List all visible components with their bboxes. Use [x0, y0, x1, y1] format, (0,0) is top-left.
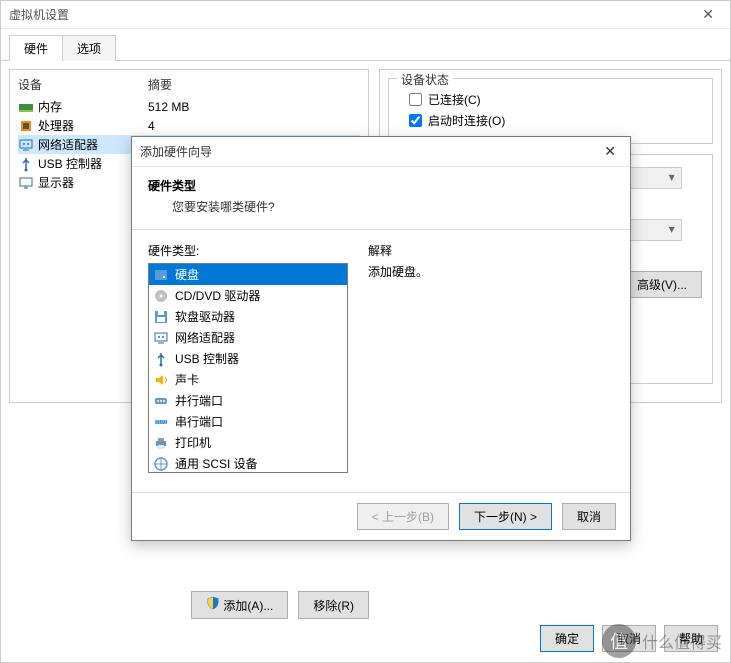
display-icon	[18, 175, 34, 191]
hardware-type-label: 并行端口	[175, 392, 223, 409]
hardware-type-label: CD/DVD 驱动器	[175, 287, 260, 304]
wizard-heading: 硬件类型	[148, 177, 614, 194]
checkbox-connect-on-start[interactable]: 启动时连接(O)	[409, 112, 702, 129]
device-name: USB 控制器	[38, 155, 102, 172]
disk-icon	[153, 267, 169, 283]
hardware-type-label: USB 控制器	[175, 350, 239, 367]
tab-options[interactable]: 选项	[62, 35, 116, 61]
device-row[interactable]: 内存 512 MB	[18, 97, 360, 116]
wizard-title: 添加硬件向导	[140, 143, 212, 160]
wizard-subheading: 您要安装哪类硬件?	[172, 198, 614, 215]
hardware-type-item[interactable]: USB 控制器	[149, 348, 347, 369]
hardware-type-item[interactable]: 打印机	[149, 432, 347, 453]
remove-button[interactable]: 移除(R)	[298, 591, 369, 619]
explanation-label: 解释	[368, 242, 614, 259]
scsi-icon	[153, 456, 169, 472]
hardware-type-label: 声卡	[175, 371, 199, 388]
hardware-type-label: 通用 SCSI 设备	[175, 455, 258, 472]
titlebar: 虚拟机设置 ✕	[1, 1, 730, 29]
serial-icon: 0101	[153, 414, 169, 430]
hardware-type-item[interactable]: 通用 SCSI 设备	[149, 453, 347, 473]
add-button[interactable]: 添加(A)...	[191, 591, 288, 619]
hardware-type-label: 软盘驱动器	[175, 308, 235, 325]
device-row[interactable]: 处理器 4	[18, 116, 360, 135]
wizard-titlebar: 添加硬件向导 ✕	[132, 137, 630, 167]
add-hardware-wizard: 添加硬件向导 ✕ 硬件类型 您要安装哪类硬件? 硬件类型: 硬盘 CD/DVD 驱…	[131, 136, 631, 541]
status-legend: 设备状态	[397, 71, 453, 88]
hardware-type-item[interactable]: CD/DVD 驱动器	[149, 285, 347, 306]
device-name: 处理器	[38, 117, 74, 134]
column-headers: 设备 摘要	[18, 76, 360, 93]
device-summary: 512 MB	[148, 100, 360, 114]
hardware-type-label: 硬盘	[175, 266, 199, 283]
printer-icon	[153, 435, 169, 451]
wizard-next-button[interactable]: 下一步(N) >	[459, 503, 552, 530]
usb-icon	[18, 156, 34, 172]
wizard-back-button[interactable]: < 上一步(B)	[357, 503, 449, 530]
hardware-type-label: 硬件类型:	[148, 242, 348, 259]
wizard-cancel-button[interactable]: 取消	[562, 503, 616, 530]
hardware-type-item[interactable]: 0101 串行端口	[149, 411, 347, 432]
checkbox-connected[interactable]: 已连接(C)	[409, 91, 702, 108]
cpu-icon	[18, 118, 34, 134]
close-icon[interactable]: ✕	[694, 2, 722, 27]
watermark-logo-icon: 值	[602, 624, 636, 658]
floppy-icon	[153, 309, 169, 325]
hardware-type-label: 打印机	[175, 434, 211, 451]
advanced-button[interactable]: 高级(V)...	[622, 271, 702, 298]
wizard-header: 硬件类型 您要安装哪类硬件?	[132, 167, 630, 230]
memory-icon	[18, 99, 34, 115]
wizard-footer: < 上一步(B) 下一步(N) > 取消	[132, 492, 630, 540]
hardware-type-item[interactable]: 硬盘	[149, 264, 347, 285]
window-title: 虚拟机设置	[9, 6, 69, 23]
hardware-type-label: 网络适配器	[175, 329, 235, 346]
watermark: 值 什么值得买	[602, 624, 722, 658]
hardware-type-item[interactable]: 软盘驱动器	[149, 306, 347, 327]
tab-strip: 硬件 选项	[9, 35, 730, 61]
parallel-icon	[153, 393, 169, 409]
svg-text:0101: 0101	[155, 419, 166, 425]
hardware-type-item[interactable]: 并行端口	[149, 390, 347, 411]
sound-icon	[153, 372, 169, 388]
network-icon	[18, 137, 34, 153]
checkbox-connect-on-start-input[interactable]	[409, 114, 422, 127]
explanation-text: 添加硬盘。	[368, 263, 614, 280]
hardware-type-list[interactable]: 硬盘 CD/DVD 驱动器软盘驱动器网络适配器 USB 控制器声卡并行端口 0101 串…	[148, 263, 348, 473]
hardware-type-label: 串行端口	[175, 413, 223, 430]
col-summary: 摘要	[148, 76, 360, 93]
device-summary: 4	[148, 119, 360, 133]
usb-icon	[153, 351, 169, 367]
add-remove-row: 添加(A)... 移除(R)	[191, 591, 369, 619]
watermark-text: 什么值得买	[642, 629, 722, 653]
tab-hardware[interactable]: 硬件	[9, 35, 63, 61]
device-name: 网络适配器	[38, 136, 98, 153]
device-name: 显示器	[38, 174, 74, 191]
wizard-close-icon[interactable]: ✕	[598, 141, 622, 162]
hardware-type-item[interactable]: 网络适配器	[149, 327, 347, 348]
network-icon	[153, 330, 169, 346]
status-fieldset: 设备状态 已连接(C) 启动时连接(O)	[388, 78, 713, 144]
checkbox-connected-input[interactable]	[409, 93, 422, 106]
device-name: 内存	[38, 98, 62, 115]
hardware-type-item[interactable]: 声卡	[149, 369, 347, 390]
shield-icon	[206, 596, 220, 610]
ok-button[interactable]: 确定	[540, 625, 594, 652]
cd-icon	[153, 288, 169, 304]
col-device: 设备	[18, 76, 148, 93]
